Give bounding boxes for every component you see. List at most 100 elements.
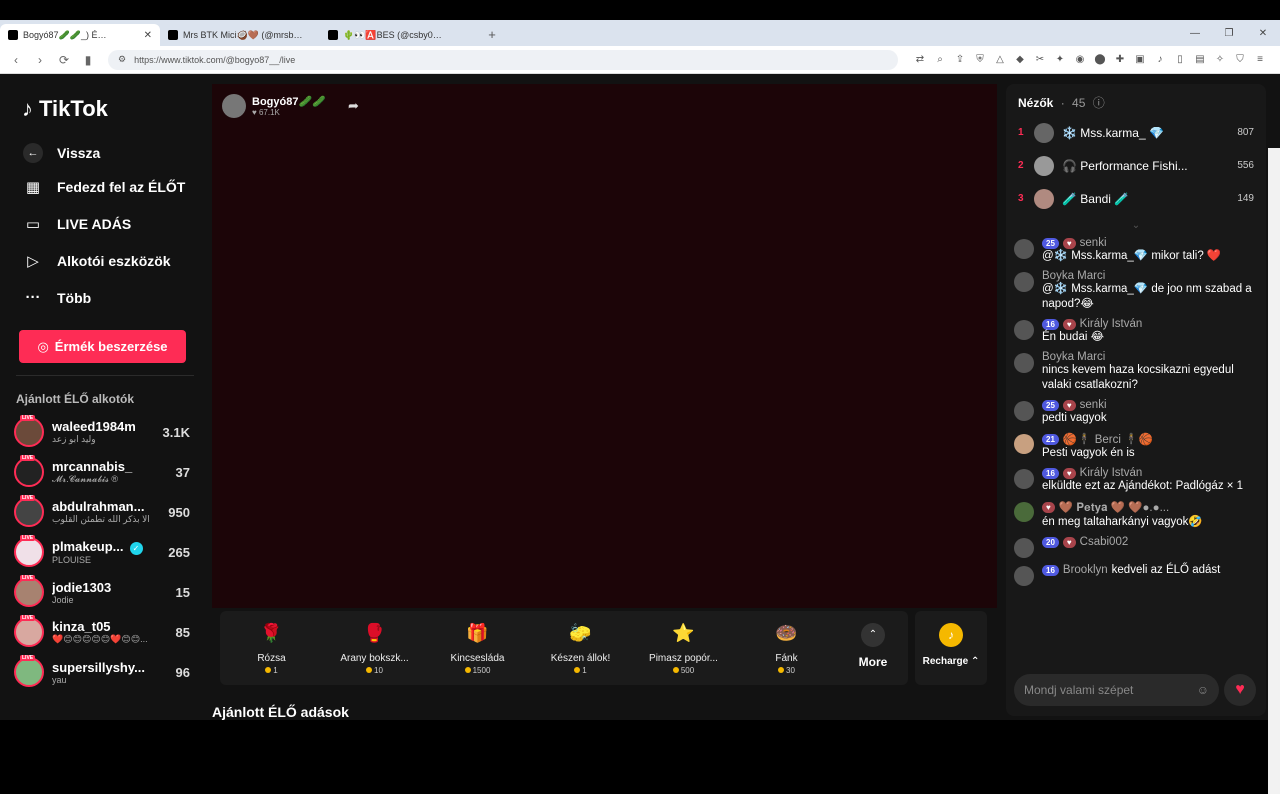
- nav-label: Fedezd fel az ÉLŐT: [57, 178, 186, 195]
- url-field[interactable]: ⚙ https://www.tiktok.com/@bogyo87__/live: [108, 49, 898, 70]
- creator-nickname: 𝓜𝓻.𝓒𝓪𝓷𝓷𝓪𝓫𝓲𝓼 ®: [52, 474, 119, 484]
- brave-shield-icon[interactable]: ⛨: [972, 52, 988, 68]
- chat-user[interactable]: Brooklyn: [1063, 564, 1108, 576]
- restore-icon[interactable]: ❐: [1212, 28, 1246, 39]
- chat-message: ♥ 🤎 𝐏𝐞𝐭𝐲𝐚 🤎 🤎●.●... én meg taltaharkányi …: [1014, 500, 1258, 530]
- chat-user[interactable]: Csabi002: [1080, 536, 1129, 548]
- top-viewer-row[interactable]: 3 🧪 Bandi 🧪 149: [1006, 182, 1266, 215]
- creator-nickname: الا بذكر الله تطمئن القلوب: [52, 514, 150, 524]
- avatar: [1034, 155, 1054, 176]
- nav-more[interactable]: ··· Több: [0, 279, 210, 316]
- extension-icon[interactable]: ✦: [1052, 52, 1068, 68]
- minimize-icon[interactable]: —: [1178, 28, 1212, 39]
- fan-badge: ♥: [1062, 399, 1076, 411]
- like-heart-button[interactable]: ♥: [1224, 674, 1256, 706]
- close-window-icon[interactable]: ✕: [1246, 28, 1280, 39]
- bookmark-icon[interactable]: ▮: [78, 53, 98, 67]
- creator-item[interactable]: LIVE kinza_t05 ❤️😊😊😊😊😊❤️😊😊... 85: [0, 612, 210, 652]
- creator-item[interactable]: LIVE jodie1303 Jodie 15: [0, 572, 210, 612]
- host-info[interactable]: Bogyó87🥒🥒 ♥ 67.1K: [222, 94, 326, 118]
- extension-icon[interactable]: ◆: [1012, 52, 1028, 68]
- gift-item[interactable]: 🥊 Arany bokszk... 10: [323, 611, 426, 685]
- ai-icon[interactable]: ✧: [1212, 52, 1228, 68]
- tiktok-logo[interactable]: ♪ TikTok: [0, 92, 210, 126]
- level-badge: 20: [1042, 536, 1059, 548]
- nav-explore-live[interactable]: ▦ Fedezd fel az ÉLŐT: [0, 168, 210, 205]
- chat-user[interactable]: Boyka Marci: [1042, 351, 1105, 363]
- menu-icon[interactable]: ≡: [1252, 52, 1268, 68]
- camera-icon: ▭: [25, 215, 41, 233]
- browser-tab[interactable]: 🌵👀🅰️BES (@csby0…: [320, 24, 480, 46]
- music-icon[interactable]: ♪: [1152, 52, 1168, 68]
- live-video-stage[interactable]: Bogyó87🥒🥒 ♥ 67.1K ➦: [212, 84, 997, 608]
- chat-user[interactable]: Király István: [1080, 467, 1143, 479]
- rewards-icon[interactable]: △: [992, 52, 1008, 68]
- emoji-icon[interactable]: ☺: [1197, 683, 1209, 697]
- top-viewer-row[interactable]: 1 ❄️ Mss.karma_ 💎 807: [1006, 116, 1266, 149]
- puzzle-icon[interactable]: ✚: [1112, 52, 1128, 68]
- avatar: [1014, 538, 1034, 558]
- chat-input[interactable]: Mondj valami szépet ☺: [1014, 674, 1219, 706]
- host-likes-count: 67.1K: [258, 108, 280, 117]
- creator-nickname: ❤️😊😊😊😊😊❤️😊😊...: [52, 634, 148, 644]
- share-arrow-icon[interactable]: ➦: [348, 98, 359, 114]
- extension-icon[interactable]: ✂: [1032, 52, 1048, 68]
- zoom-icon[interactable]: ⌕: [932, 52, 948, 68]
- gift-bar: 🌹 Rózsa 1 🥊 Arany bokszk... 10 🎁 Kincses…: [220, 611, 908, 685]
- back-button[interactable]: ← Vissza: [0, 138, 210, 168]
- extension-icon[interactable]: ⬤: [1092, 52, 1108, 68]
- more-icon: ···: [25, 289, 41, 306]
- top-viewer-row[interactable]: 2 🎧 Performance Fishi... 556: [1006, 149, 1266, 182]
- divider: [16, 375, 194, 376]
- creator-item[interactable]: LIVE plmakeup... ✓ PLOUISE 265: [0, 532, 210, 572]
- gift-item[interactable]: 🌹 Rózsa 1: [220, 611, 323, 685]
- creator-item[interactable]: LIVE abdulrahman... الا بذكر الله تطمئن ا…: [0, 492, 210, 532]
- vpn-icon[interactable]: ⛉: [1232, 52, 1248, 68]
- back-icon[interactable]: ‹: [6, 53, 26, 67]
- chevron-down-icon[interactable]: ⌄: [1006, 215, 1266, 237]
- chat-user[interactable]: 🏀🕴 Berci 🕴🏀: [1063, 432, 1153, 446]
- site-info-icon[interactable]: ⚙: [118, 54, 126, 65]
- creator-item[interactable]: LIVE mrcannabis_ 𝓜𝓻.𝓒𝓪𝓷𝓷𝓪𝓫𝓲𝓼 ® 37: [0, 452, 210, 492]
- chat-user[interactable]: Király István: [1080, 318, 1143, 330]
- host-avatar[interactable]: [222, 94, 246, 118]
- live-badge: LIVE: [20, 575, 36, 581]
- share-icon[interactable]: ⇪: [952, 52, 968, 68]
- forward-icon[interactable]: ›: [30, 53, 50, 67]
- nav-go-live[interactable]: ▭ LIVE ADÁS: [0, 205, 210, 242]
- reload-icon[interactable]: ⟳: [54, 53, 74, 67]
- creator-item[interactable]: LIVE supersillyshy... yau 96: [0, 652, 210, 692]
- close-tab-icon[interactable]: ✕: [144, 30, 152, 41]
- chat-user[interactable]: senki: [1080, 399, 1107, 411]
- creator-item[interactable]: LIVE waleed1984m وليد ابو زعد 3.1K: [0, 412, 210, 452]
- nav-creator-tools[interactable]: ▷ Alkotói eszközök: [0, 242, 210, 279]
- recharge-button[interactable]: ♪ Recharge ⌃: [915, 611, 987, 685]
- gift-item[interactable]: 🍩 Fánk 30: [735, 611, 838, 685]
- host-name: Bogyó87🥒🥒: [252, 96, 326, 108]
- boxing-glove-icon: 🥊: [363, 622, 386, 643]
- get-coins-button[interactable]: ◎ Érmék beszerzése: [19, 330, 186, 363]
- creator-nickname: PLOUISE: [52, 554, 92, 565]
- chat-message: 20 ♥ Csabi002: [1014, 536, 1258, 558]
- live-badge: LIVE: [20, 415, 36, 421]
- sidebar-icon[interactable]: ▯: [1172, 52, 1188, 68]
- chat-user[interactable]: senki: [1080, 237, 1107, 249]
- extension-icon[interactable]: ▣: [1132, 52, 1148, 68]
- gift-item[interactable]: ⭐ Pimasz popór... 500: [632, 611, 735, 685]
- help-icon[interactable]: ⓘ: [1093, 96, 1105, 110]
- gift-item[interactable]: 🧽 Készen állok! 1: [529, 611, 632, 685]
- more-gifts-button[interactable]: ⌃ More: [838, 611, 908, 685]
- extension-icon[interactable]: ◉: [1072, 52, 1088, 68]
- wallet-icon[interactable]: ▤: [1192, 52, 1208, 68]
- coin-icon: [672, 667, 679, 673]
- chat-user[interactable]: Boyka Marci: [1042, 270, 1105, 282]
- browser-tab[interactable]: Bogyó87🥒🥒_) É… ✕: [0, 24, 160, 46]
- viewer-name: 🧪 Bandi 🧪: [1062, 191, 1130, 206]
- gift-price-value: 30: [786, 666, 795, 675]
- gift-item[interactable]: 🎁 Kincsesláda 1500: [426, 611, 529, 685]
- new-tab-button[interactable]: +: [480, 24, 504, 46]
- page-scrollbar[interactable]: [1268, 148, 1280, 794]
- browser-tab[interactable]: Mrs BTK Mici🥥🤎 (@mrsb…: [160, 24, 320, 46]
- translate-icon[interactable]: ⇄: [912, 52, 928, 68]
- chat-user[interactable]: 🤎 𝐏𝐞𝐭𝐲𝐚 🤎 🤎●.●...: [1059, 500, 1169, 515]
